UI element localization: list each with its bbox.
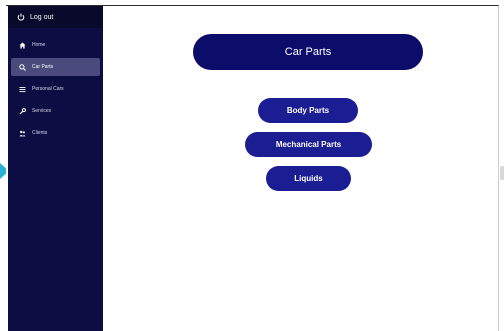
sidebar-nav: Home Car Parts Personal Cars Services Cl… — [8, 36, 103, 146]
sidebar-item-label: Personal Cars — [32, 86, 64, 92]
sidebar-item-label: Home — [32, 42, 46, 48]
sidebar-item-label: Clients — [32, 130, 48, 136]
logout-label: Log out — [30, 13, 54, 21]
sidebar-item-home[interactable]: Home — [11, 36, 100, 54]
power-icon — [17, 13, 25, 21]
sidebar-item-label: Car Parts — [32, 64, 54, 70]
liquids-button[interactable]: Liquids — [266, 166, 351, 191]
body-parts-button[interactable]: Body Parts — [258, 98, 358, 123]
sidebar-item-personal-cars[interactable]: Personal Cars — [11, 80, 100, 98]
wrench-icon — [19, 107, 26, 115]
sidebar-item-clients[interactable]: Clients — [11, 124, 100, 142]
right-edge-handle — [500, 166, 504, 180]
sidebar-item-services[interactable]: Services — [11, 102, 100, 120]
page-title: Car Parts — [193, 34, 423, 70]
sidebar: Log out Home Car Parts Personal Cars Ser… — [8, 6, 103, 331]
sidebar-item-car-parts[interactable]: Car Parts — [11, 58, 100, 76]
mechanical-parts-button[interactable]: Mechanical Parts — [245, 132, 372, 157]
list-icon — [19, 86, 26, 93]
main-content: Car Parts Body Parts Mechanical Parts Li… — [103, 6, 498, 331]
app-window: Log out Home Car Parts Personal Cars Ser… — [6, 5, 499, 331]
logout-button[interactable]: Log out — [8, 6, 103, 28]
search-icon — [19, 63, 26, 71]
home-icon — [19, 42, 26, 49]
users-icon — [19, 130, 26, 137]
sidebar-item-label: Services — [32, 108, 52, 114]
